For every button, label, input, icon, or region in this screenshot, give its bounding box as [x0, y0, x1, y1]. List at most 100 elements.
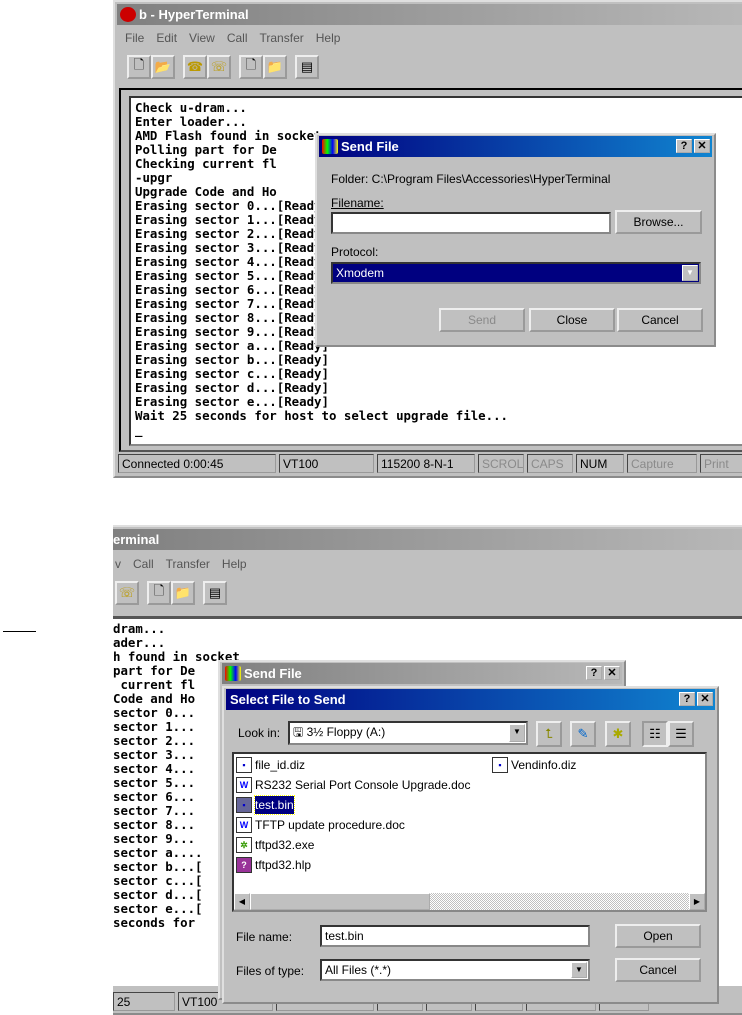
- file-item[interactable]: W RS232 Serial Port Console Upgrade.doc: [236, 776, 470, 794]
- menu-file[interactable]: File: [125, 31, 144, 45]
- help-button-2[interactable]: ?: [586, 666, 602, 680]
- chevron-down-icon[interactable]: ▼: [571, 962, 587, 978]
- properties-icon[interactable]: ▤: [295, 55, 319, 79]
- status-cell: SCROLL: [478, 454, 524, 473]
- file-name: tftpd32.exe: [255, 838, 315, 852]
- file-name: RS232 Serial Port Console Upgrade.doc: [255, 778, 471, 792]
- terminal-line: _: [135, 422, 143, 437]
- status-bar: Connected 0:00:45VT100115200 8-N-1SCROLL…: [118, 454, 742, 474]
- terminal-line: Erasing sector d...[Ready]: [135, 380, 329, 395]
- file-name-input[interactable]: test.bin: [320, 925, 590, 947]
- look-in-select[interactable]: 🖫 3½ Floppy (A:) ▼: [288, 721, 528, 745]
- desktop-icon[interactable]: ✎: [570, 721, 596, 747]
- terminal-line: Check u-dram...: [135, 100, 247, 115]
- terminal-line: Erasing sector b...[Ready]: [135, 352, 329, 367]
- file-name: Vendinfo.diz: [511, 758, 577, 772]
- file-item[interactable]: ✲ tftpd32.exe: [236, 836, 314, 854]
- select-file-dialog: Select File to Send ? ✕ Look in: 🖫 3½ Fl…: [222, 686, 719, 1004]
- help-button[interactable]: ?: [676, 139, 692, 153]
- floppy-icon: 🖫: [293, 725, 307, 739]
- disconnect-icon[interactable]: ☏: [207, 55, 231, 79]
- chevron-down-icon[interactable]: ▼: [509, 724, 525, 742]
- select-file-title-bar[interactable]: Select File to Send ? ✕: [226, 689, 715, 710]
- protocol-select[interactable]: Xmodem ▼: [331, 262, 701, 284]
- send-icon[interactable]: 🗋: [147, 581, 171, 605]
- terminal-line: Erasing sector e...[Ready]: [135, 394, 329, 409]
- files-of-type-select[interactable]: All Files (*.*) ▼: [320, 959, 590, 981]
- scroll-right-icon[interactable]: ▶: [689, 893, 705, 910]
- file-item[interactable]: ▪ test.bin: [236, 795, 295, 815]
- send-file-title-bar[interactable]: Send File ? ✕: [319, 136, 712, 157]
- send-file-title-bar-2[interactable]: Send File ? ✕: [222, 663, 622, 684]
- file-item[interactable]: ▪ file_id.diz: [236, 756, 305, 774]
- receive-icon[interactable]: 📁: [263, 55, 287, 79]
- status-cell: VT100: [279, 454, 374, 473]
- scroll-thumb[interactable]: [250, 893, 430, 910]
- menu-view-2[interactable]: v: [115, 557, 121, 571]
- file-name: file_id.diz: [255, 758, 306, 772]
- menu-bar-2: v Call Transfer Help: [115, 555, 259, 573]
- file-item[interactable]: W TFTP update procedure.doc: [236, 816, 405, 834]
- receive-icon[interactable]: 📁: [171, 581, 195, 605]
- open-icon[interactable]: 📂: [151, 55, 175, 79]
- menu-transfer-2[interactable]: Transfer: [166, 557, 210, 571]
- menu-transfer[interactable]: Transfer: [260, 31, 304, 45]
- cancel-button[interactable]: Cancel: [617, 308, 703, 332]
- protocol-value: Xmodem: [336, 266, 385, 280]
- close-x-button-3[interactable]: ✕: [697, 692, 713, 706]
- new-folder-icon[interactable]: ✱: [605, 721, 631, 747]
- status-cell: CAPS: [527, 454, 573, 473]
- horizontal-scrollbar[interactable]: ◀ ▶: [234, 893, 705, 910]
- details-view-icon[interactable]: ☰: [668, 721, 694, 747]
- send-icon[interactable]: 🗋: [239, 55, 263, 79]
- menu-bar: File Edit View Call Transfer Help: [125, 29, 352, 47]
- window-title: b - HyperTerminal: [139, 7, 249, 22]
- up-folder-icon[interactable]: ⮤: [536, 721, 562, 747]
- file-item[interactable]: ? tftpd32.hlp: [236, 856, 311, 874]
- file-list[interactable]: ▪ file_id.diz W RS232 Serial Port Console U…: [232, 752, 707, 912]
- chevron-down-icon[interactable]: ▼: [682, 265, 698, 281]
- terminal-line: Enter loader...: [135, 114, 247, 129]
- send-file-title-2: Send File: [244, 666, 302, 681]
- terminal-line: Wait 25 seconds for host to select upgra…: [135, 408, 508, 423]
- diz-file-icon: ▪: [492, 757, 508, 773]
- word-file-icon: W: [236, 777, 252, 793]
- menu-help[interactable]: Help: [316, 31, 341, 45]
- file-name-label: File name:: [236, 930, 293, 944]
- menu-edit[interactable]: Edit: [156, 31, 177, 45]
- title-bar-2[interactable]: erminal: [113, 529, 742, 550]
- disconnect-icon[interactable]: ☏: [115, 581, 139, 605]
- help-button-3[interactable]: ?: [679, 692, 695, 706]
- browse-button[interactable]: Browse...: [615, 210, 702, 234]
- close-x-button-2[interactable]: ✕: [604, 666, 620, 680]
- send-button[interactable]: Send: [439, 308, 525, 332]
- menu-view[interactable]: View: [189, 31, 215, 45]
- connect-icon[interactable]: ☎: [183, 55, 207, 79]
- open-button[interactable]: Open: [615, 924, 701, 948]
- close-button[interactable]: Close: [529, 308, 615, 332]
- send-file-title: Send File: [341, 139, 399, 154]
- new-icon[interactable]: 🗋: [127, 55, 151, 79]
- scroll-left-icon[interactable]: ◀: [234, 893, 250, 910]
- menu-help-2[interactable]: Help: [222, 557, 247, 571]
- select-file-title: Select File to Send: [230, 692, 346, 707]
- properties-icon[interactable]: ▤: [203, 581, 227, 605]
- protocol-label: Protocol:: [331, 245, 379, 259]
- status-cell: 25: [113, 992, 175, 1011]
- file-item[interactable]: ▪ Vendinfo.diz: [492, 756, 576, 774]
- menu-call[interactable]: Call: [227, 31, 248, 45]
- close-x-button[interactable]: ✕: [694, 139, 710, 153]
- toolbar: 🗋 📂 ☎ ☏ 🗋 📁 ▤: [127, 55, 319, 81]
- menu-call-2[interactable]: Call: [133, 557, 154, 571]
- file-name: TFTP update procedure.doc: [255, 818, 405, 832]
- status-cell: NUM: [576, 454, 624, 473]
- title-bar[interactable]: b - HyperTerminal: [117, 4, 742, 25]
- status-cell: Capture: [627, 454, 697, 473]
- files-of-type-value: All Files (*.*): [325, 963, 392, 977]
- filename-input[interactable]: [331, 212, 611, 234]
- file-name: tftpd32.hlp: [255, 858, 312, 872]
- cancel-button-2[interactable]: Cancel: [615, 958, 701, 982]
- toolbar-2: ☏ 🗋 📁 ▤: [115, 581, 227, 607]
- terminal-line: Erasing sector c...[Ready]: [135, 366, 329, 381]
- list-view-icon[interactable]: ☷: [642, 721, 668, 747]
